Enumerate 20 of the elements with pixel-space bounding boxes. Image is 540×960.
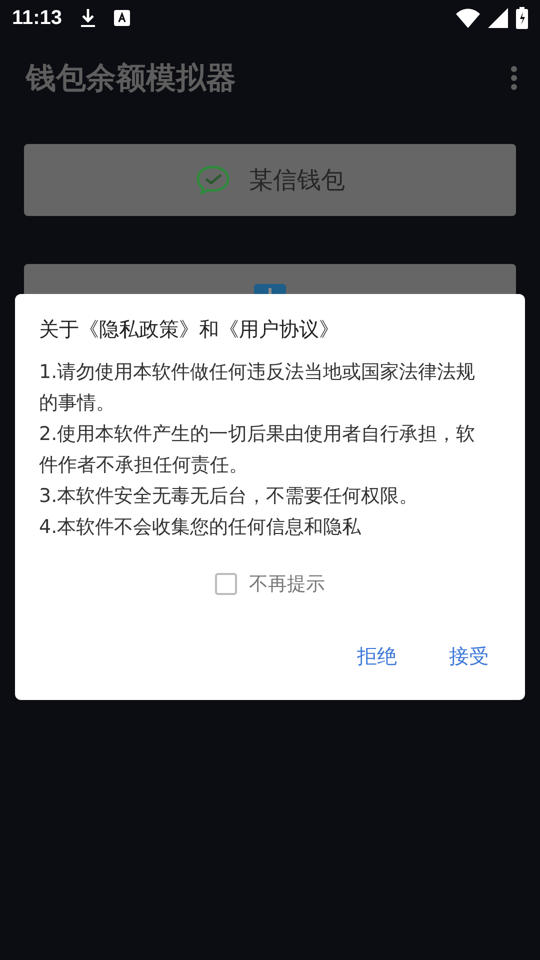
more-menu-icon[interactable]: [510, 65, 518, 91]
dialog-paragraph: 1.请勿使用本软件做任何违反法当地或国家法律法规的事情。: [39, 360, 476, 416]
wallet-icon: [254, 284, 286, 294]
wifi-icon: [456, 8, 480, 28]
chat-check-icon: [195, 164, 231, 196]
dialog-title: 关于《隐私政策》和《用户协议》: [39, 316, 340, 343]
signal-icon: [488, 8, 508, 28]
app-title: 钱包余额模拟器: [26, 60, 236, 98]
download-icon: [80, 8, 96, 28]
checkbox-label: 不再提示: [249, 572, 325, 597]
dialog-button[interactable]: 接受: [437, 635, 501, 678]
keyboard-icon: [114, 10, 130, 26]
battery-icon: [516, 7, 528, 29]
dialog-button[interactable]: 拒绝: [345, 635, 409, 678]
dialog-paragraph: 3.本软件安全无毒无后台，不需要任何权限。: [39, 484, 420, 509]
dialog-paragraph: 2.使用本软件产生的一切后果由使用者自行承担，软件作者不承担任何责任。: [39, 422, 476, 478]
wallet-button[interactable]: 某信钱包: [24, 144, 516, 216]
status-time: 11:13: [12, 6, 62, 30]
dialog-paragraph: 4.本软件不会收集您的任何信息和隐私: [39, 515, 362, 540]
checkbox[interactable]: [215, 573, 237, 595]
